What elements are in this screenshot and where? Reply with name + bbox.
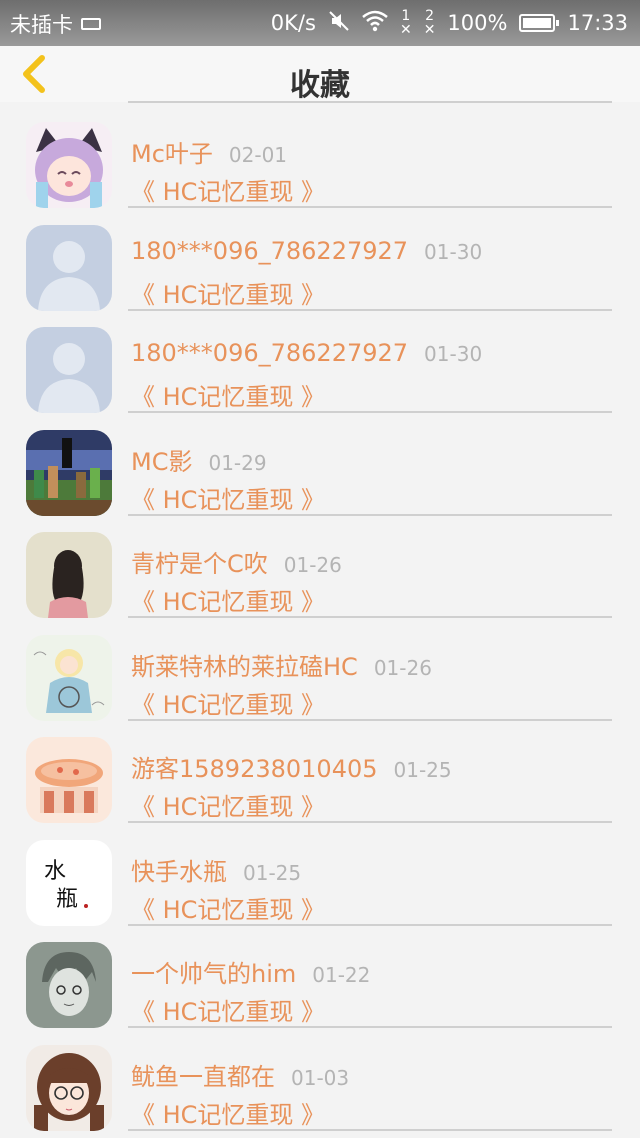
clock: 17:33 [567, 11, 628, 35]
name-line: 斯莱特林的莱拉磕HC 01-26 [131, 647, 432, 682]
avatar[interactable] [26, 737, 112, 823]
wifi-icon [362, 10, 388, 37]
favorite-item[interactable]: 鱿鱼一直都在 01-03 《 HC记忆重现 》 [0, 1027, 640, 1131]
favorite-item[interactable]: 180***096_786227927 01-30 《 HC记忆重现 》 [0, 309, 640, 413]
favorite-item[interactable]: 青柠是个C吹 01-26 《 HC记忆重现 》 [0, 514, 640, 618]
favorite-item[interactable]: MC影 01-29 《 HC记忆重现 》 [0, 412, 640, 516]
avatar[interactable] [26, 122, 112, 208]
sim2-signal-icon: 2 ✕ [423, 8, 436, 38]
name-line: 一个帅气的him 01-22 [131, 954, 370, 989]
user-name[interactable]: 180***096_786227927 [131, 339, 408, 367]
favorite-item[interactable]: 斯莱特林的莱拉磕HC 01-26 《 HC记忆重现 》 [0, 617, 640, 721]
sim1-label: 1 [401, 8, 411, 24]
user-name[interactable]: 鱿鱼一直都在 [131, 1063, 275, 1091]
user-name[interactable]: 180***096_786227927 [131, 237, 408, 265]
work-title[interactable]: 《 HC记忆重现 》 [131, 377, 325, 412]
favorite-date: 01-25 [393, 758, 452, 782]
sim2-label: 2 [425, 8, 435, 24]
favorite-date: 01-26 [373, 655, 432, 680]
svg-text:瓶: 瓶 [56, 887, 78, 912]
favorite-date: 02-01 [228, 143, 288, 167]
work-title[interactable]: 《 HC记忆重现 》 [131, 992, 325, 1027]
user-name[interactable]: 青柠是个C吹 [131, 550, 268, 578]
avatar[interactable] [26, 327, 112, 413]
favorite-date: 01-26 [283, 553, 342, 577]
avatar[interactable] [26, 429, 112, 516]
user-name[interactable]: 快手水瓶 [131, 858, 227, 886]
favorite-item[interactable]: 游客1589238010405 01-25 《 HC记忆重现 》 [0, 719, 640, 823]
favorite-item[interactable]: Mc叶子 02-01 《 HC记忆重现 》 [0, 104, 640, 208]
user-name[interactable]: MC影 [131, 448, 192, 476]
avatar[interactable]: 水瓶 [26, 839, 112, 926]
avatar[interactable] [26, 224, 112, 311]
divider [128, 101, 612, 103]
page-title: 收藏 [290, 68, 350, 103]
header-bar: 收藏 [0, 46, 640, 103]
favorite-item[interactable]: 水瓶快手水瓶 01-25 《 HC记忆重现 》 [0, 822, 640, 926]
name-line: 180***096_786227927 01-30 [131, 339, 482, 367]
name-line: 180***096_786227927 01-30 [131, 237, 482, 265]
status-bar: 未插卡 0K/s 1 ✕ 2 ✕ 100% 17:33 [0, 0, 640, 46]
favorites-list: Mc叶子 02-01 《 HC记忆重现 》 180***096_786227927 01… [0, 104, 640, 1131]
work-title[interactable]: 《 HC记忆重现 》 [131, 582, 325, 617]
user-name[interactable]: 一个帅气的him [131, 960, 296, 988]
battery-percent: 100% [447, 11, 508, 35]
work-title[interactable]: 《 HC记忆重现 》 [131, 480, 325, 515]
name-line: 青柠是个C吹 01-26 [131, 544, 342, 579]
work-title[interactable]: 《 HC记忆重现 》 [131, 1095, 325, 1130]
favorite-date: 01-25 [243, 860, 302, 885]
work-title[interactable]: 《 HC记忆重现 》 [131, 685, 325, 720]
user-name[interactable]: 游客1589238010405 [131, 755, 378, 783]
favorite-item[interactable]: 180***096_786227927 01-30 《 HC记忆重现 》 [0, 207, 640, 311]
network-speed: 0K/s [270, 11, 316, 35]
work-title[interactable]: 《 HC记忆重现 》 [131, 787, 325, 822]
work-title[interactable]: 《 HC记忆重现 》 [131, 890, 325, 925]
sim1-signal-icon: 1 ✕ [399, 8, 412, 38]
favorite-item[interactable]: 一个帅气的him 01-22 《 HC记忆重现 》 [0, 924, 640, 1028]
favorite-date: 01-22 [312, 963, 371, 987]
work-title[interactable]: 《 HC记忆重现 》 [131, 172, 325, 207]
name-line: 鱿鱼一直都在 01-03 [131, 1057, 349, 1092]
name-line: Mc叶子 02-01 [131, 134, 287, 169]
user-name[interactable]: Mc叶子 [131, 140, 213, 168]
avatar[interactable] [26, 634, 112, 721]
favorite-date: 01-29 [208, 450, 267, 475]
mute-icon [328, 10, 350, 37]
user-name[interactable]: 斯莱特林的莱拉磕HC [131, 653, 358, 681]
name-line: 游客1589238010405 01-25 [131, 749, 452, 784]
divider [128, 1128, 612, 1131]
carrier-label: 未插卡 [10, 13, 73, 37]
name-line: MC影 01-29 [131, 442, 267, 477]
favorite-date: 01-03 [291, 1065, 350, 1090]
favorite-date: 01-30 [424, 239, 483, 264]
avatar[interactable] [26, 532, 112, 618]
sim-card-icon [81, 18, 101, 30]
favorite-date: 01-30 [424, 342, 483, 366]
svg-text:水: 水 [44, 859, 66, 884]
avatar[interactable] [26, 942, 112, 1028]
avatar[interactable] [26, 1044, 112, 1131]
battery-icon [519, 14, 560, 32]
work-title[interactable]: 《 HC记忆重现 》 [131, 275, 325, 310]
name-line: 快手水瓶 01-25 [131, 852, 301, 887]
